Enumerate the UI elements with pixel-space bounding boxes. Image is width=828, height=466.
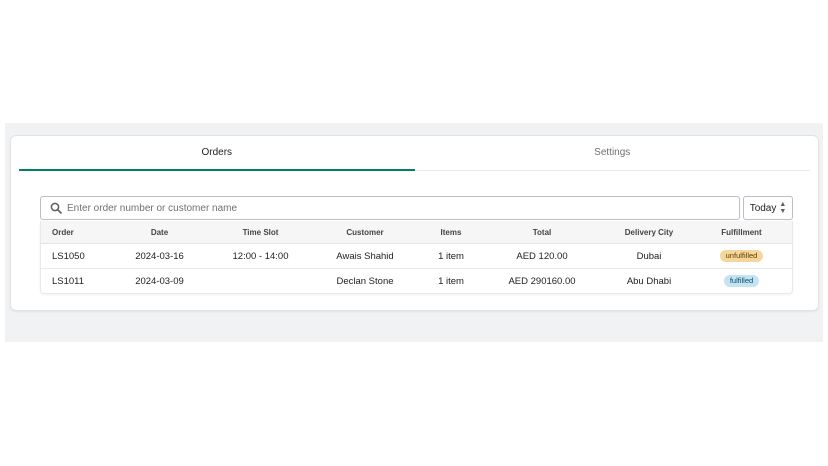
- status-badge: unfulfilled: [719, 250, 764, 262]
- order-total: AED 120.00: [477, 243, 607, 269]
- fulfillment-cell: fulfilled: [691, 269, 792, 294]
- date-filter-select[interactable]: Today ▲ ▼: [743, 196, 793, 220]
- order-date: 2024-03-16: [103, 243, 216, 269]
- order-number[interactable]: LS1011: [41, 269, 103, 294]
- column-header-time-slot[interactable]: Time Slot: [216, 221, 305, 244]
- search-field[interactable]: [40, 196, 740, 220]
- order-customer: Declan Stone: [336, 275, 394, 287]
- sort-icon: ▲ ▼: [779, 201, 787, 215]
- tab-bar: Orders Settings: [19, 136, 810, 171]
- column-header-total[interactable]: Total: [477, 221, 607, 244]
- column-header-delivery-city[interactable]: Delivery City: [607, 221, 691, 244]
- tab-orders[interactable]: Orders: [19, 136, 415, 171]
- order-items: 1 item: [438, 275, 464, 287]
- order-total: AED 290160.00: [508, 275, 576, 287]
- app-frame: Orders Settings Today ▲▼: [5, 123, 823, 342]
- column-header-fulfillment[interactable]: Fulfillment: [691, 221, 792, 244]
- order-delivery-city: Dubai: [607, 243, 691, 269]
- fulfillment-cell: unfulfilled: [691, 243, 792, 269]
- order-time-slot: [216, 269, 305, 294]
- order-items: 1 item: [425, 243, 477, 269]
- search-input[interactable]: [67, 200, 727, 216]
- order-number[interactable]: LS1050: [41, 243, 103, 269]
- order-date: 2024-03-09: [135, 275, 184, 287]
- status-badge: fulfilled: [723, 275, 760, 287]
- orders-table: Order Date Time Slot Customer Items Tota…: [40, 221, 793, 294]
- column-header-date[interactable]: Date: [103, 221, 216, 244]
- order-customer: Awais Shahid: [305, 243, 425, 269]
- order-time-slot: 12:00 - 14:00: [216, 243, 305, 269]
- column-header-customer[interactable]: Customer: [305, 221, 425, 244]
- table-row[interactable]: LS1050 2024-03-16 12:00 - 14:00 Awais Sh…: [41, 243, 792, 269]
- date-filter-value: Today: [749, 202, 777, 214]
- table-row[interactable]: LS1011 2024-03-09 Declan Stone 1 item AE…: [41, 269, 792, 294]
- search-row: Today ▲▼: [40, 196, 793, 220]
- column-header-items[interactable]: Items: [425, 221, 477, 244]
- orders-card: Orders Settings Today ▲▼: [10, 135, 819, 311]
- column-header-order[interactable]: Order: [41, 221, 103, 244]
- search-icon: [50, 202, 62, 214]
- order-delivery-city: Abu Dhabi: [626, 275, 672, 287]
- tab-settings[interactable]: Settings: [415, 136, 811, 170]
- table-header-row: Order Date Time Slot Customer Items Tota…: [41, 221, 792, 244]
